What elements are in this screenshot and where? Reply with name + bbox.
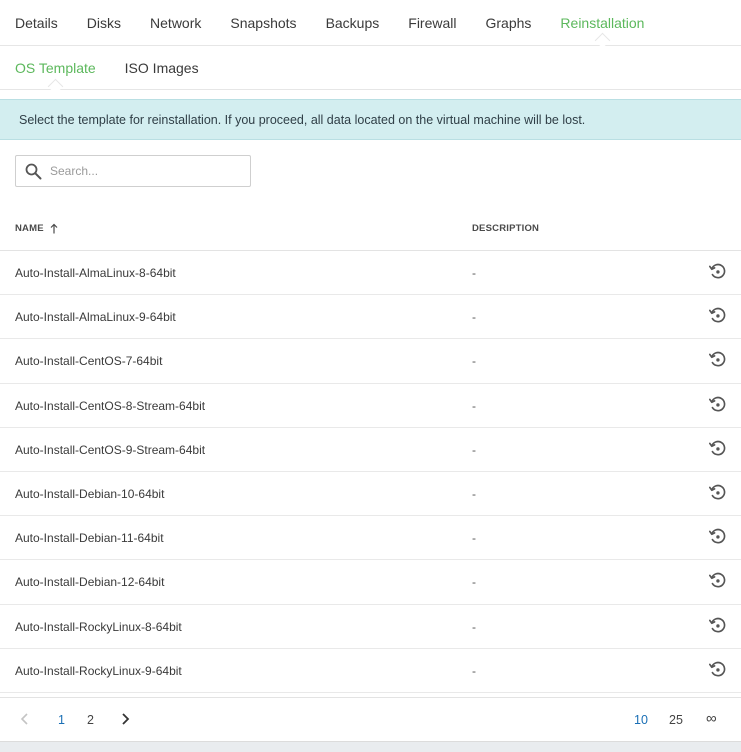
template-name: Auto-Install-CentOS-9-Stream-64bit <box>15 442 206 457</box>
pagination: 1 2 10 25 ∞ <box>0 697 741 742</box>
next-page-button[interactable] <box>120 712 130 729</box>
template-description: - <box>472 619 476 634</box>
column-header-description[interactable]: DESCRIPTION <box>472 223 539 234</box>
template-name: Auto-Install-CentOS-8-Stream-64bit <box>15 398 206 413</box>
sub-tabs: OS Template ISO Images <box>0 46 741 90</box>
template-name: Auto-Install-RockyLinux-8-64bit <box>15 619 182 634</box>
page-size-all[interactable]: ∞ <box>706 710 717 727</box>
info-alert: Select the template for reinstallation. … <box>0 99 741 140</box>
template-description: - <box>472 575 476 590</box>
subtab-iso-images[interactable]: ISO Images <box>125 60 199 76</box>
template-name: Auto-Install-AlmaLinux-8-64bit <box>15 266 176 280</box>
table-row: Auto-Install-AlmaLinux-9-64bit - <box>0 295 741 340</box>
tab-firewall[interactable]: Firewall <box>408 15 456 31</box>
table-header: NAME DESCRIPTION <box>0 206 741 251</box>
tab-disks[interactable]: Disks <box>87 15 121 31</box>
template-name: Auto-Install-RockyLinux-9-64bit <box>15 663 182 678</box>
table-row: Auto-Install-CentOS-7-64bit - <box>0 339 741 384</box>
column-header-name-label: NAME <box>15 223 44 234</box>
reinstall-restore-icon[interactable] <box>707 615 729 637</box>
search-input[interactable] <box>50 164 240 178</box>
table-row: Auto-Install-Debian-12-64bit - <box>0 560 741 605</box>
reinstall-restore-icon[interactable] <box>707 659 729 681</box>
template-name: Auto-Install-Debian-10-64bit <box>15 486 165 501</box>
vm-panel: Details Disks Network Snapshots Backups … <box>0 0 741 742</box>
template-description: - <box>472 663 476 678</box>
reinstall-restore-icon[interactable] <box>707 438 729 460</box>
table-row: Auto-Install-AlmaLinux-8-64bit - <box>0 251 741 296</box>
previous-page-button[interactable] <box>20 712 30 729</box>
reinstall-restore-icon[interactable] <box>707 482 729 504</box>
template-description: - <box>472 442 476 457</box>
table-row: Auto-Install-Debian-10-64bit - <box>0 472 741 517</box>
subtab-os-template[interactable]: OS Template <box>15 60 96 76</box>
template-description: - <box>472 398 476 413</box>
template-name: Auto-Install-CentOS-7-64bit <box>15 354 163 369</box>
reinstall-restore-icon[interactable] <box>707 349 729 371</box>
reinstall-restore-icon[interactable] <box>707 261 729 283</box>
chevron-right-icon <box>122 713 130 725</box>
template-description: - <box>472 531 476 546</box>
template-description: - <box>472 266 476 280</box>
tab-details[interactable]: Details <box>15 15 58 31</box>
page-size-25[interactable]: 25 <box>669 713 683 727</box>
reinstall-restore-icon[interactable] <box>707 570 729 592</box>
table-row: Auto-Install-Debian-11-64bit - <box>0 516 741 561</box>
search-icon <box>16 156 50 186</box>
chevron-left-icon <box>20 713 28 725</box>
tab-graphs[interactable]: Graphs <box>486 15 532 31</box>
reinstall-restore-icon[interactable] <box>707 526 729 548</box>
table-row: Auto-Install-CentOS-9-Stream-64bit - <box>0 428 741 472</box>
template-description: - <box>472 486 476 501</box>
reinstall-restore-icon[interactable] <box>707 305 729 327</box>
template-name: Auto-Install-AlmaLinux-9-64bit <box>15 310 176 325</box>
table-row: Auto-Install-RockyLinux-9-64bit - <box>0 649 741 693</box>
search-box <box>15 155 251 187</box>
table-body: Auto-Install-AlmaLinux-8-64bit - Auto-Inst… <box>0 251 741 693</box>
arrow-up-icon <box>50 223 58 234</box>
page-size-10[interactable]: 10 <box>634 713 648 727</box>
tab-snapshots[interactable]: Snapshots <box>230 15 296 31</box>
page-button-2[interactable]: 2 <box>87 713 94 727</box>
template-name: Auto-Install-Debian-12-64bit <box>15 575 165 590</box>
template-description: - <box>472 310 476 325</box>
tab-reinstallation[interactable]: Reinstallation <box>560 15 644 31</box>
reinstall-restore-icon[interactable] <box>707 394 729 416</box>
table-row: Auto-Install-RockyLinux-8-64bit - <box>0 605 741 649</box>
table-row: Auto-Install-CentOS-8-Stream-64bit - <box>0 384 741 428</box>
column-header-name[interactable]: NAME <box>15 223 58 234</box>
template-description: - <box>472 354 476 369</box>
page-button-1[interactable]: 1 <box>58 713 65 727</box>
alert-text: Select the template for reinstallation. … <box>19 112 586 127</box>
template-name: Auto-Install-Debian-11-64bit <box>15 531 164 546</box>
main-tabs: Details Disks Network Snapshots Backups … <box>0 0 741 46</box>
tab-backups[interactable]: Backups <box>326 15 380 31</box>
tab-network[interactable]: Network <box>150 15 201 31</box>
